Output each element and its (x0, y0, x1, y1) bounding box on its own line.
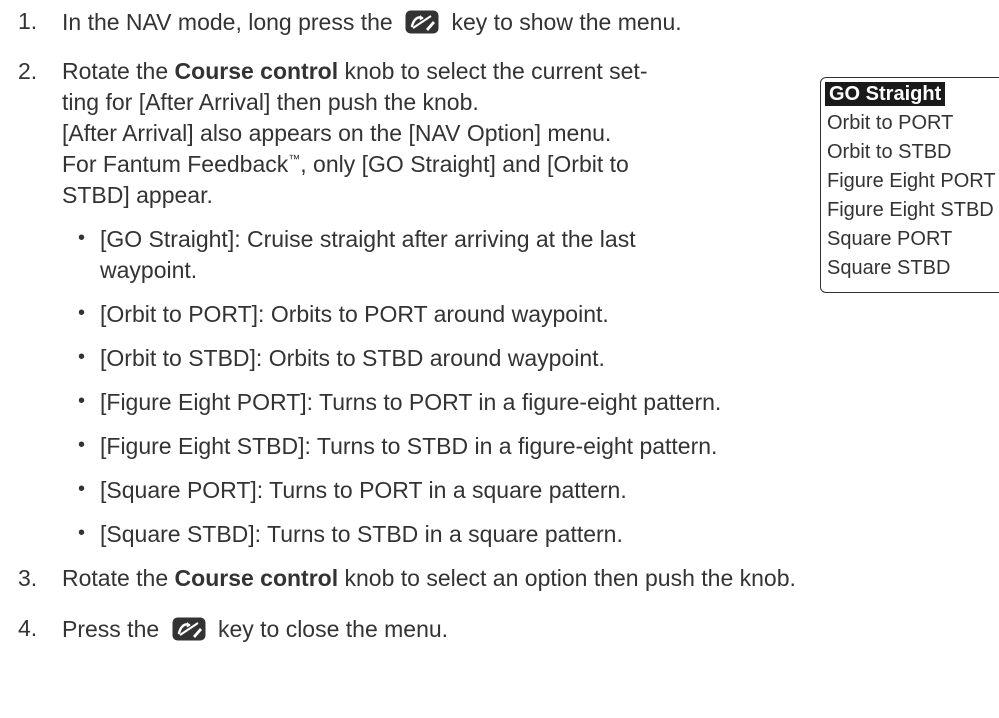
bullet-icon: • (78, 302, 86, 324)
trademark-symbol: ™ (288, 152, 301, 166)
bullet-icon: • (78, 434, 86, 456)
step-number: 2. (18, 58, 38, 84)
step-text: Rotate the Course control knob to select… (62, 565, 796, 591)
menu-item-square-stbd[interactable]: Square STBD (827, 256, 950, 280)
bullet-icon: • (78, 346, 86, 368)
menu-item-orbit-to-stbd[interactable]: Orbit to STBD (827, 140, 951, 164)
step-text-line: For Fantum Feedback™, only [GO Straight]… (62, 151, 629, 177)
after-arrival-menu: GO Straight Orbit to PORT Orbit to STBD … (820, 77, 999, 293)
menu-item-go-straight[interactable]: GO Straight (825, 82, 946, 106)
bullet-icon: • (78, 522, 86, 544)
step-text-line: ting for [After Arrival] then push the k… (62, 89, 479, 115)
course-control-label: Course control (174, 58, 339, 84)
step-text-line: [After Arrival] also appears on the [NAV… (62, 120, 612, 146)
course-control-label: Course control (174, 565, 339, 591)
step-number: 1. (18, 8, 38, 34)
instruction-document: 1. In the NAV mode, long press the key t… (0, 0, 999, 718)
step-text-line: Rotate the Course control knob to select… (62, 58, 648, 84)
autopilot-nav-key-icon (405, 10, 439, 34)
step-text: In the NAV mode, long press the key to s… (62, 9, 682, 35)
menu-item-figure-eight-port[interactable]: Figure Eight PORT (827, 169, 996, 193)
step-text-line: STBD] appear. (62, 182, 213, 208)
autopilot-nav-key-icon (172, 617, 206, 641)
step-number: 3. (18, 565, 38, 591)
menu-item-orbit-to-port[interactable]: Orbit to PORT (827, 111, 953, 135)
bullet-icon: • (78, 478, 86, 500)
step-number: 4. (18, 615, 38, 641)
bullet-icon: • (78, 390, 86, 412)
menu-item-figure-eight-stbd[interactable]: Figure Eight STBD (827, 198, 994, 222)
bullet-icon: • (78, 227, 86, 249)
menu-item-square-port[interactable]: Square PORT (827, 227, 952, 251)
step-text: Press the key to close the menu. (62, 616, 449, 642)
